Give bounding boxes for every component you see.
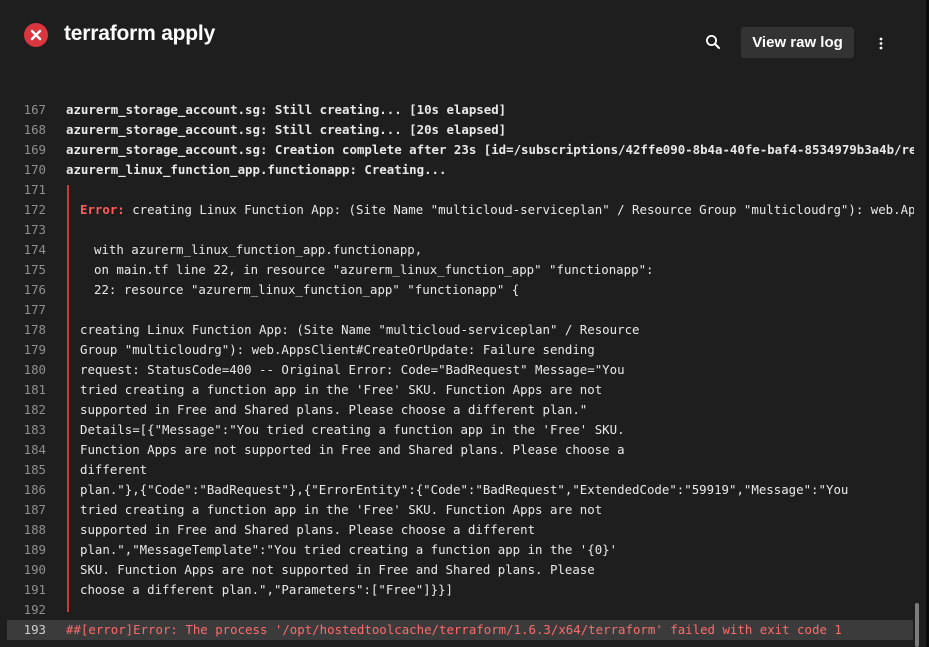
log-text: plan."},{"Code":"BadRequest"},{"ErrorEnt… bbox=[80, 482, 849, 497]
log-text: Error: creating Linux Function App: (Sit… bbox=[80, 200, 914, 220]
scrollbar-thumb[interactable] bbox=[915, 603, 919, 647]
log-text: creating Linux Function App: (Site Name … bbox=[80, 322, 640, 337]
line-number: 171 bbox=[23, 182, 46, 197]
line-number: 167 bbox=[23, 102, 46, 117]
log-line: 187 tried creating a function app in the … bbox=[0, 500, 926, 520]
log-text: choose a different plan.","Parameters":[… bbox=[80, 582, 453, 597]
line-number: 179 bbox=[23, 342, 46, 357]
log-text: on main.tf line 22, in resource "azurerm… bbox=[94, 262, 654, 277]
line-number: 185 bbox=[23, 462, 46, 477]
log-line: 170 azurerm_linux_function_app.functionap… bbox=[0, 160, 926, 180]
line-number: 175 bbox=[23, 262, 46, 277]
log-text: azurerm_storage_account.sg: Still creati… bbox=[66, 122, 507, 137]
log-text: 22: resource "azurerm_linux_function_app… bbox=[94, 282, 520, 297]
line-number: 173 bbox=[23, 222, 46, 237]
log-text: azurerm_storage_account.sg: Still creati… bbox=[66, 102, 507, 117]
error-label: Error: bbox=[80, 202, 125, 217]
log-line: 177 bbox=[0, 300, 926, 320]
log-text: supported in Free and Shared plans. Plea… bbox=[80, 402, 588, 417]
job-header: terraform apply View raw log bbox=[0, 0, 926, 80]
log-line: 169 azurerm_storage_account.sg: Creation … bbox=[0, 140, 926, 160]
line-number: 184 bbox=[23, 442, 46, 457]
log-line: 180 request: StatusCode=400 -- Original E… bbox=[0, 360, 926, 380]
log-line: 173 bbox=[0, 220, 926, 240]
log-text: request: StatusCode=400 -- Original Erro… bbox=[80, 362, 625, 377]
log-line: 186 plan."},{"Code":"BadRequest"},{"Error… bbox=[0, 480, 926, 500]
more-vertical-icon[interactable] bbox=[870, 33, 892, 55]
line-number: 193 bbox=[23, 622, 46, 637]
error-x-icon bbox=[24, 23, 48, 47]
log-lines: 167 azurerm_storage_account.sg: Still cre… bbox=[0, 100, 926, 640]
log-line: 171 bbox=[0, 180, 926, 200]
log-line: 192 bbox=[0, 600, 926, 620]
log-line: 190 SKU. Function Apps are not supported … bbox=[0, 560, 926, 580]
line-number: 178 bbox=[23, 322, 46, 337]
log-line: 183 Details=[{"Message":"You tried creati… bbox=[0, 420, 926, 440]
log-line: 191 choose a different plan.","Parameters… bbox=[0, 580, 926, 600]
log-line: 168 azurerm_storage_account.sg: Still cre… bbox=[0, 120, 926, 140]
log-line: 174 with azurerm_linux_function_app.funct… bbox=[0, 240, 926, 260]
line-number: 174 bbox=[23, 242, 46, 257]
log-line: 188 supported in Free and Shared plans. P… bbox=[0, 520, 926, 540]
line-number: 169 bbox=[23, 142, 46, 157]
line-number: 183 bbox=[23, 422, 46, 437]
line-number: 168 bbox=[23, 122, 46, 137]
log-text: Function Apps are not supported in Free … bbox=[80, 442, 625, 457]
log-text: different bbox=[80, 462, 148, 477]
log-text: Details=[{"Message":"You tried creating … bbox=[80, 422, 625, 437]
log-line: 172 Error: creating Linux Function App: (… bbox=[0, 200, 926, 220]
line-number: 177 bbox=[23, 302, 46, 317]
log-text: azurerm_storage_account.sg: Creation com… bbox=[66, 142, 914, 157]
log-line: 182 supported in Free and Shared plans. P… bbox=[0, 400, 926, 420]
line-number: 189 bbox=[23, 542, 46, 557]
log-line: 193 ##[error]Error: The process '/opt/hos… bbox=[7, 620, 913, 640]
log-line: 185 different bbox=[0, 460, 926, 480]
log-line: 181 tried creating a function app in the … bbox=[0, 380, 926, 400]
line-number: 180 bbox=[23, 362, 46, 377]
log-line: 178 creating Linux Function App: (Site Na… bbox=[0, 320, 926, 340]
line-number: 191 bbox=[23, 582, 46, 597]
line-number: 176 bbox=[23, 282, 46, 297]
log-text: plan.","MessageTemplate":"You tried crea… bbox=[80, 542, 618, 557]
log-line: 189 plan.","MessageTemplate":"You tried c… bbox=[0, 540, 926, 560]
line-number: 187 bbox=[23, 502, 46, 517]
log-line: 184 Function Apps are not supported in Fr… bbox=[0, 440, 926, 460]
line-number: 172 bbox=[23, 202, 46, 217]
line-number: 182 bbox=[23, 402, 46, 417]
line-number: 188 bbox=[23, 522, 46, 537]
line-number: 186 bbox=[23, 482, 46, 497]
line-number: 181 bbox=[23, 382, 46, 397]
log-line: 179 Group "multicloudrg"): web.AppsClient… bbox=[0, 340, 926, 360]
log-panel: terraform apply View raw log 167 azurerm_… bbox=[0, 0, 927, 647]
log-text: tried creating a function app in the 'Fr… bbox=[80, 502, 603, 517]
line-number: 170 bbox=[23, 162, 46, 177]
line-number: 192 bbox=[23, 602, 46, 617]
log-text: with azurerm_linux_function_app.function… bbox=[94, 242, 423, 257]
search-icon[interactable] bbox=[702, 31, 724, 53]
log-text: supported in Free and Shared plans. Plea… bbox=[80, 522, 536, 537]
log-text: Group "multicloudrg"): web.AppsClient#Cr… bbox=[80, 342, 595, 357]
view-raw-log-button[interactable]: View raw log bbox=[741, 27, 854, 58]
error-message: creating Linux Function App: (Site Name … bbox=[124, 202, 914, 217]
log-text: azurerm_linux_function_app.functionapp: … bbox=[66, 162, 447, 177]
log-text: ##[error]Error: The process '/opt/hosted… bbox=[66, 622, 842, 637]
log-line: 175 on main.tf line 22, in resource "azur… bbox=[0, 260, 926, 280]
log-line: 167 azurerm_storage_account.sg: Still cre… bbox=[0, 100, 926, 120]
log-text: tried creating a function app in the 'Fr… bbox=[80, 382, 603, 397]
log-text: SKU. Function Apps are not supported in … bbox=[80, 562, 595, 577]
log-line: 176 22: resource "azurerm_linux_function_… bbox=[0, 280, 926, 300]
line-number: 190 bbox=[23, 562, 46, 577]
page-title: terraform apply bbox=[64, 22, 216, 45]
